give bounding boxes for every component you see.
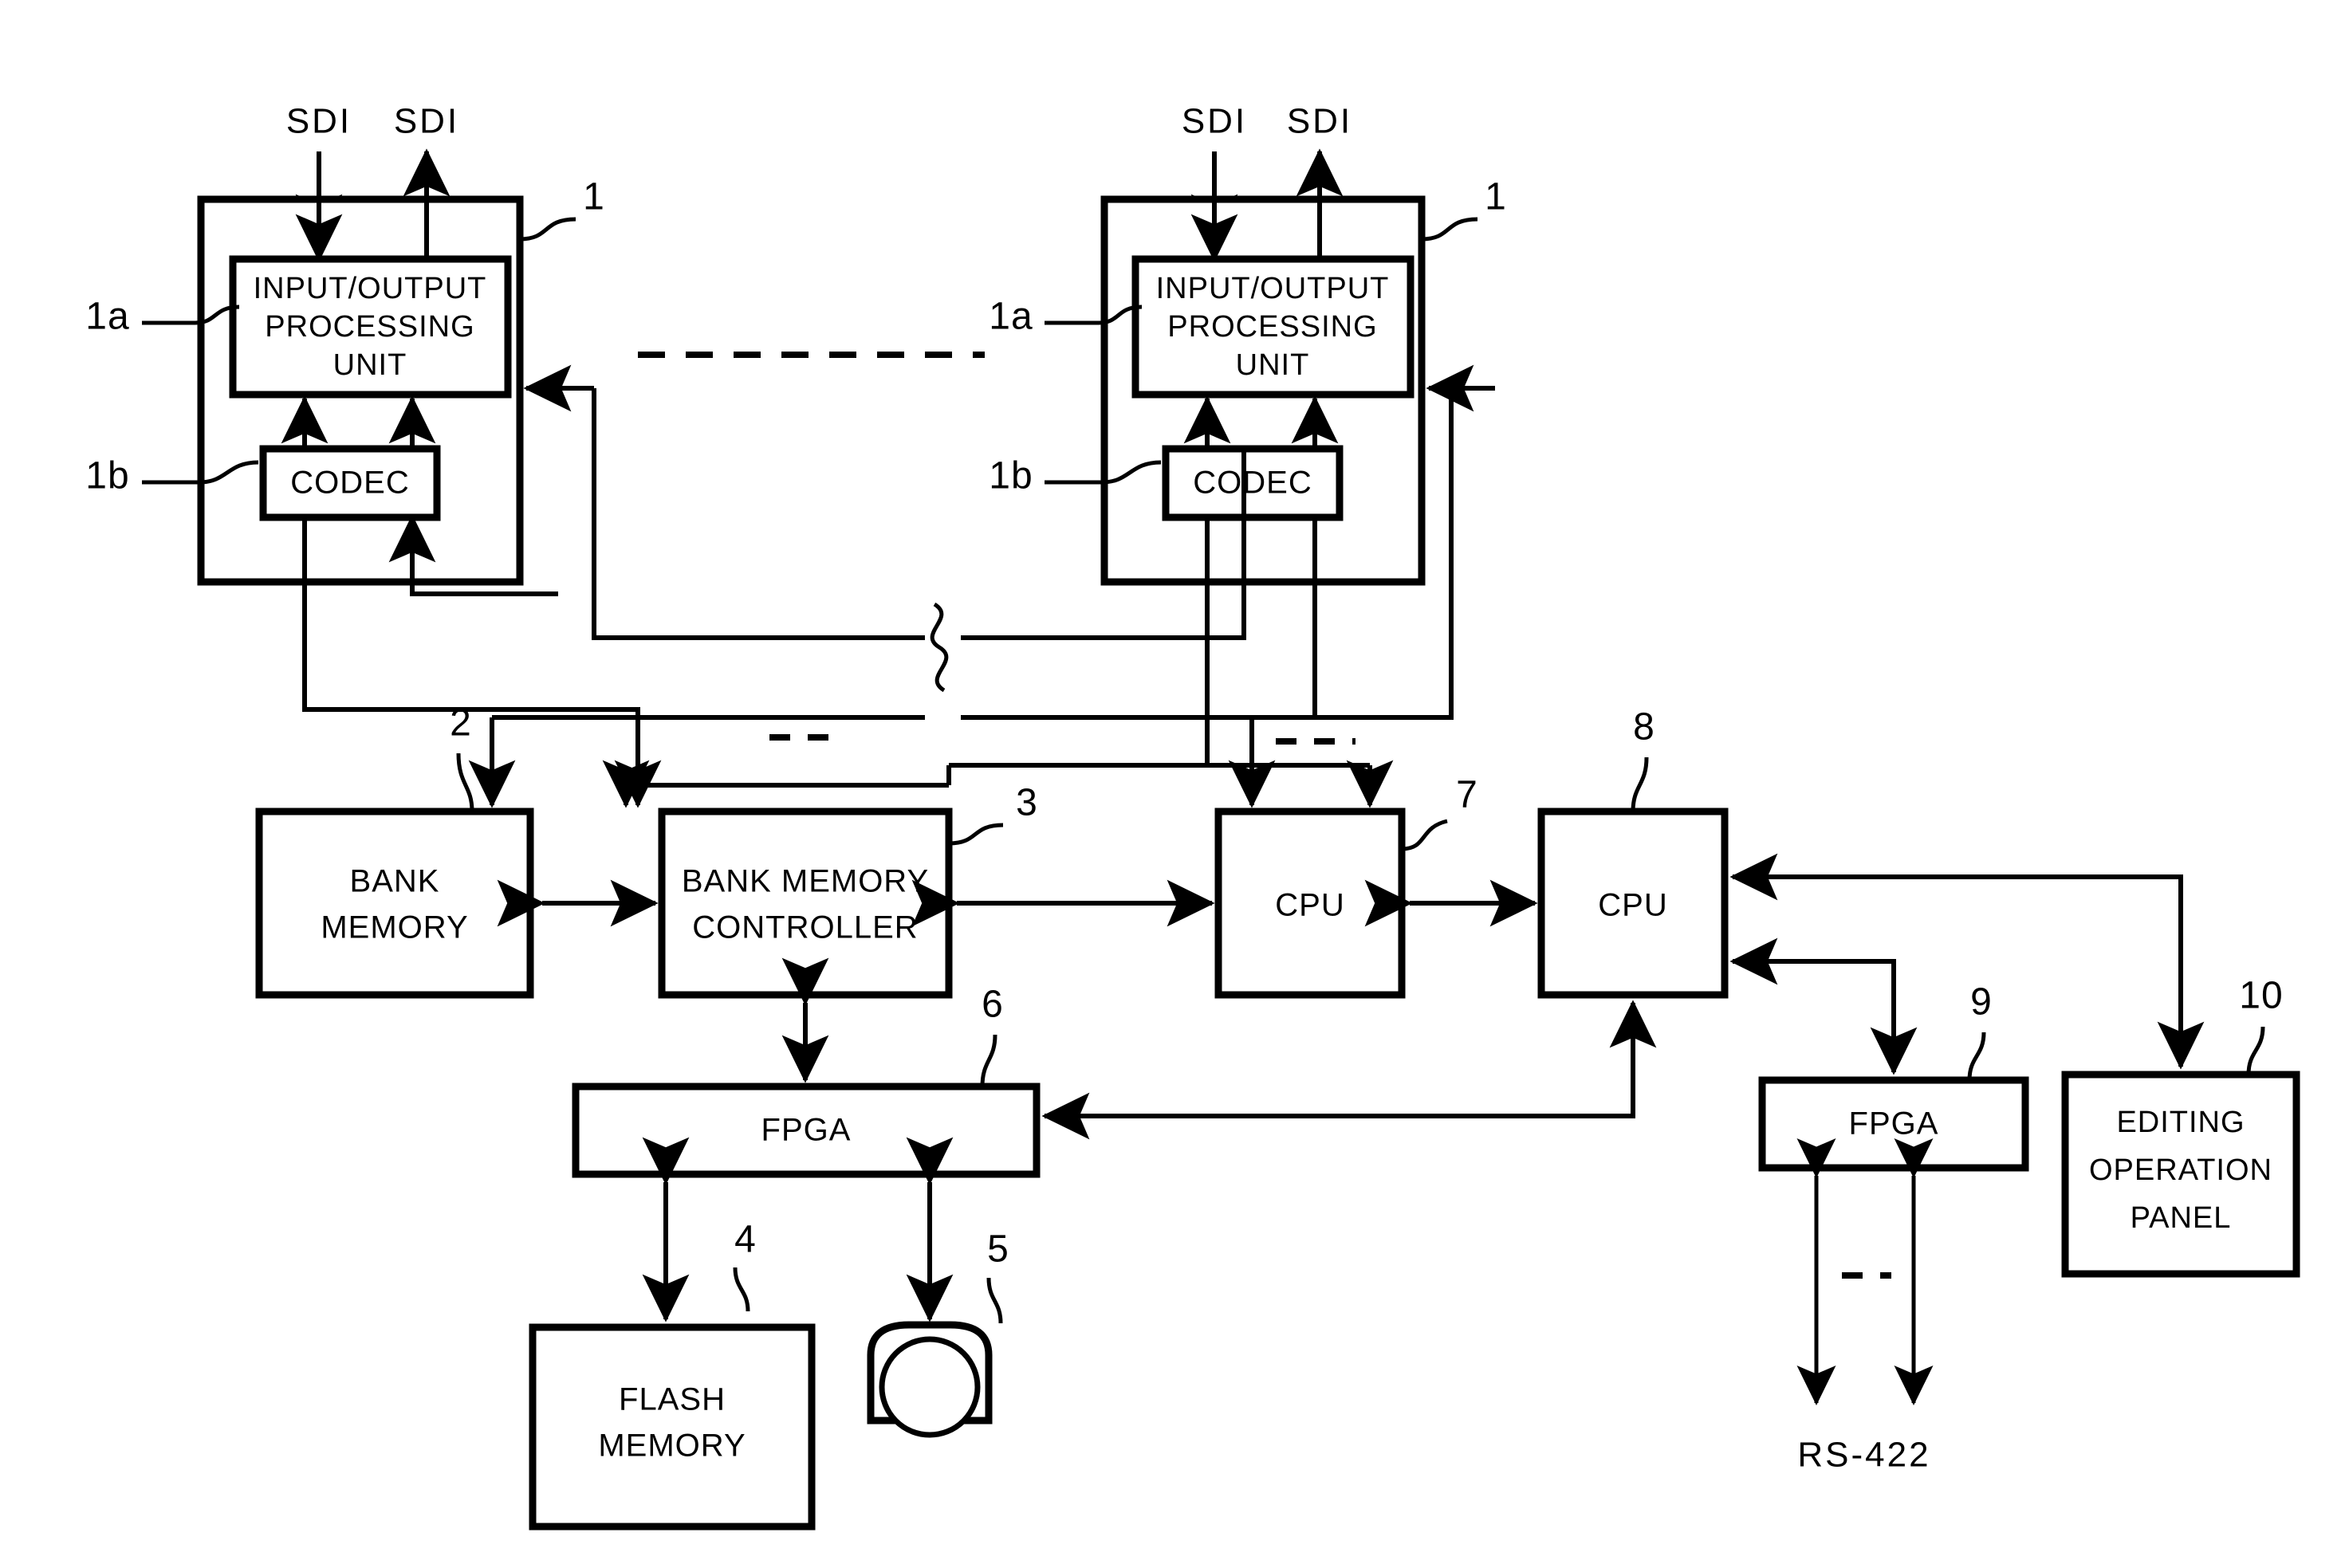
ref-5-leader bbox=[986, 1277, 1003, 1324]
disk-drive-platter bbox=[879, 1336, 981, 1438]
bank-memory-label-line2: MEMORY bbox=[321, 910, 468, 945]
flash-memory-group: FLASH MEMORY 4 bbox=[529, 1137, 816, 1531]
ref-4-leader bbox=[733, 1267, 750, 1312]
ref-3-leader bbox=[948, 823, 1004, 846]
wire-break-squiggle-a bbox=[930, 602, 949, 693]
disk-drive-group: 5 bbox=[867, 1137, 1009, 1438]
wire-bus-a-left-segment bbox=[592, 388, 925, 640]
ref-8: 8 bbox=[1633, 706, 1655, 749]
bank-memory-box bbox=[255, 808, 534, 999]
sdi-input-label-right: SDI bbox=[1182, 102, 1247, 141]
right-module-group: SDI SDI INPUT/OUTPUT PROCESSING UNIT 1a … bbox=[989, 102, 1507, 586]
wire-editing-panel-to-cpu8 bbox=[1733, 874, 2205, 1070]
io-unit-label-line3-right: UNIT bbox=[1236, 348, 1310, 382]
cpu8-group: CPU 8 bbox=[1537, 706, 1729, 999]
ref-10-leader bbox=[2246, 1026, 2265, 1075]
fpga6-label: FPGA bbox=[761, 1113, 852, 1148]
ref-9-leader bbox=[1967, 1032, 1986, 1081]
ref-1b-right: 1b bbox=[989, 455, 1033, 497]
cpu7-group: CPU 7 bbox=[1214, 774, 1538, 999]
rs422-label: RS-422 bbox=[1797, 1436, 1930, 1475]
ref-10: 10 bbox=[2239, 975, 2283, 1017]
io-unit-label-line1: INPUT/OUTPUT bbox=[254, 272, 487, 305]
ref-1a-left: 1a bbox=[85, 296, 129, 338]
bank-memory-controller-group: BANK MEMORY CONTROLLER 3 bbox=[497, 782, 1215, 1083]
flash-memory-label-line2: MEMORY bbox=[598, 1428, 746, 1464]
fpga9-group: FPGA 9 RS-422 bbox=[1729, 937, 2029, 1475]
editing-panel-label-line3: PANEL bbox=[2131, 1201, 2232, 1235]
fpga6-group: FPGA 6 bbox=[572, 984, 1657, 1178]
patent-figure: SDI SDI INPUT/OUTPUT PROCESSING UNIT 1a … bbox=[0, 0, 2349, 1568]
ref-6: 6 bbox=[982, 984, 1004, 1026]
ref-1-leader-left bbox=[519, 217, 576, 242]
ref-1b-left: 1b bbox=[85, 455, 129, 497]
ref-4: 4 bbox=[734, 1219, 757, 1261]
io-unit-label-line1-right: INPUT/OUTPUT bbox=[1156, 272, 1390, 305]
ref-6-leader bbox=[980, 1034, 997, 1087]
io-unit-label-line2-right: PROCESSING bbox=[1167, 310, 1377, 344]
left-module-group: SDI SDI INPUT/OUTPUT PROCESSING UNIT 1a … bbox=[85, 102, 605, 586]
ref-8-leader bbox=[1631, 756, 1649, 812]
wire-cpu8-to-fpga6 bbox=[1041, 1003, 1635, 1140]
sdi-output-label-left: SDI bbox=[394, 102, 459, 141]
wire-cpu8-to-fpga9 bbox=[1733, 959, 1918, 1075]
ref-2-leader bbox=[456, 753, 474, 812]
ref-7: 7 bbox=[1456, 774, 1478, 816]
block-diagram-canvas: SDI SDI INPUT/OUTPUT PROCESSING UNIT 1a … bbox=[85, 102, 2300, 1531]
fpga9-label: FPGA bbox=[1849, 1106, 1939, 1142]
cpu8-label: CPU bbox=[1598, 888, 1667, 923]
ref-3: 3 bbox=[1016, 782, 1038, 824]
ref-1a-right: 1a bbox=[989, 296, 1033, 338]
ref-1-leader-right bbox=[1421, 217, 1478, 242]
flash-memory-label-line1: FLASH bbox=[619, 1382, 726, 1417]
ref-1-right: 1 bbox=[1485, 176, 1507, 218]
bank-memory-label-line1: BANK bbox=[350, 864, 440, 899]
ref-5: 5 bbox=[987, 1228, 1009, 1271]
ref-9: 9 bbox=[1970, 981, 1993, 1024]
sdi-output-label-right: SDI bbox=[1287, 102, 1352, 141]
ref-7-leader bbox=[1401, 819, 1448, 851]
io-unit-label-line3: UNIT bbox=[333, 348, 407, 382]
codec-label-right: CODEC bbox=[1193, 466, 1312, 501]
flash-memory-box bbox=[529, 1323, 816, 1531]
cpu7-label: CPU bbox=[1275, 888, 1344, 923]
editing-panel-label-line2: OPERATION bbox=[2089, 1153, 2272, 1187]
bmc-label-line1: BANK MEMORY bbox=[682, 864, 929, 899]
sdi-input-label-left: SDI bbox=[286, 102, 352, 141]
editing-panel-label-line1: EDITING bbox=[2116, 1106, 2245, 1139]
ref-2: 2 bbox=[450, 702, 472, 745]
bmc-label-line2: CONTROLLER bbox=[692, 910, 918, 945]
ref-1-left: 1 bbox=[583, 176, 605, 218]
bank-memory-controller-box bbox=[658, 808, 953, 999]
io-unit-label-line2: PROCESSING bbox=[265, 310, 474, 344]
codec-label-left: CODEC bbox=[290, 466, 409, 501]
